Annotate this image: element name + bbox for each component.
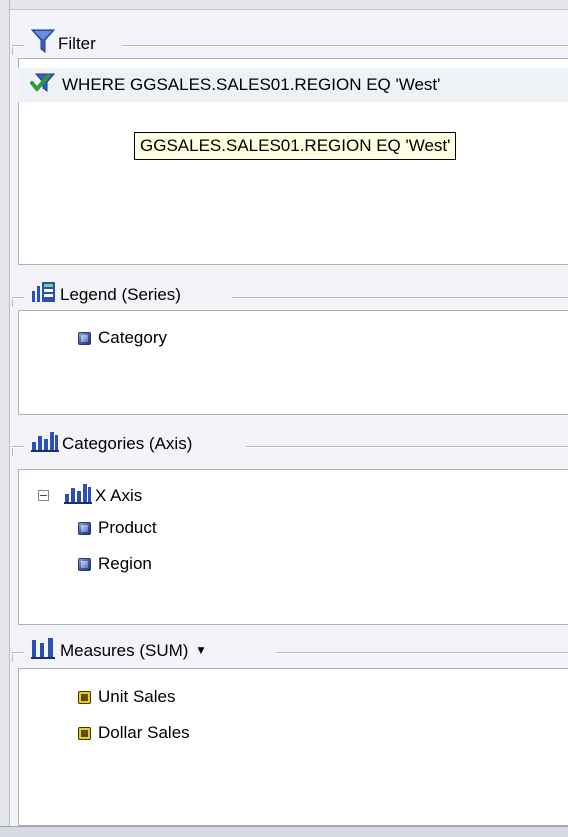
axis-chart-icon bbox=[31, 430, 59, 457]
legend-item-label: Category bbox=[98, 328, 167, 347]
dimension-field-icon bbox=[78, 331, 91, 345]
legend-section: Legend (Series) Category bbox=[10, 265, 568, 425]
top-border bbox=[0, 0, 568, 10]
categories-title: Categories (Axis) bbox=[62, 433, 193, 453]
filter-title-group[interactable]: Filter bbox=[28, 28, 99, 59]
measure-item[interactable]: Unit Sales bbox=[78, 687, 175, 707]
measures-chart-icon bbox=[31, 637, 57, 664]
measures-section: Measures (SUM) ▼ Unit Sales Dollar Sales bbox=[10, 625, 568, 826]
query-panel-frame: Filter WHERE GGSALES.SALES01.REGION EQ '… bbox=[0, 0, 568, 837]
filter-tooltip: GGSALES.SALES01.REGION EQ 'West' bbox=[134, 132, 457, 160]
left-border bbox=[0, 0, 10, 837]
legend-chart-icon bbox=[31, 281, 57, 308]
measure-item-label: Unit Sales bbox=[98, 687, 176, 706]
categories-header: Categories (Axis) bbox=[10, 429, 568, 459]
measures-title-group[interactable]: Measures (SUM) ▼ bbox=[28, 637, 208, 664]
bottom-border bbox=[0, 826, 568, 837]
header-rule-right bbox=[276, 652, 568, 654]
filter-condition-row[interactable]: WHERE GGSALES.SALES01.REGION EQ 'West' bbox=[18, 68, 568, 102]
x-axis-icon bbox=[64, 482, 92, 509]
category-item[interactable]: Product bbox=[78, 518, 157, 538]
dimension-field-icon bbox=[78, 521, 91, 535]
categories-section: Categories (Axis) − X Axis Product Regio… bbox=[10, 425, 568, 625]
header-rule-right bbox=[232, 297, 568, 299]
x-axis-node[interactable]: − X Axis bbox=[38, 482, 142, 509]
legend-title: Legend (Series) bbox=[60, 284, 181, 304]
measures-dropdown-icon[interactable]: ▼ bbox=[197, 646, 204, 656]
legend-panel bbox=[18, 310, 568, 415]
header-rule-left bbox=[12, 297, 24, 299]
dimension-field-icon bbox=[78, 557, 91, 571]
legend-item[interactable]: Category bbox=[78, 328, 167, 348]
collapse-toggle[interactable]: − bbox=[38, 490, 49, 501]
x-axis-label: X Axis bbox=[95, 485, 143, 505]
filter-section: Filter WHERE GGSALES.SALES01.REGION EQ '… bbox=[10, 10, 568, 265]
filter-funnel-icon bbox=[30, 28, 56, 59]
header-rule-right bbox=[246, 446, 568, 448]
header-rule-right bbox=[122, 45, 568, 47]
category-item-label: Region bbox=[98, 554, 152, 573]
filter-condition-text: WHERE GGSALES.SALES01.REGION EQ 'West' bbox=[62, 75, 441, 94]
measure-field-icon bbox=[78, 690, 91, 704]
categories-title-group[interactable]: Categories (Axis) bbox=[28, 430, 196, 457]
measures-title: Measures (SUM) bbox=[60, 640, 189, 660]
filter-header: Filter bbox=[10, 28, 568, 59]
filter-title: Filter bbox=[58, 33, 96, 53]
measure-item-label: Dollar Sales bbox=[98, 723, 190, 742]
measure-field-icon bbox=[78, 726, 91, 740]
header-rule-left bbox=[12, 446, 24, 448]
category-item-label: Product bbox=[98, 518, 157, 537]
header-rule-left bbox=[12, 45, 24, 47]
checkmark-funnel-icon bbox=[30, 72, 56, 99]
measures-header: Measures (SUM) ▼ bbox=[10, 635, 568, 665]
category-item[interactable]: Region bbox=[78, 554, 152, 574]
header-rule-left bbox=[12, 652, 24, 654]
measure-item[interactable]: Dollar Sales bbox=[78, 723, 190, 743]
legend-title-group[interactable]: Legend (Series) bbox=[28, 281, 184, 308]
legend-header: Legend (Series) bbox=[10, 280, 568, 310]
